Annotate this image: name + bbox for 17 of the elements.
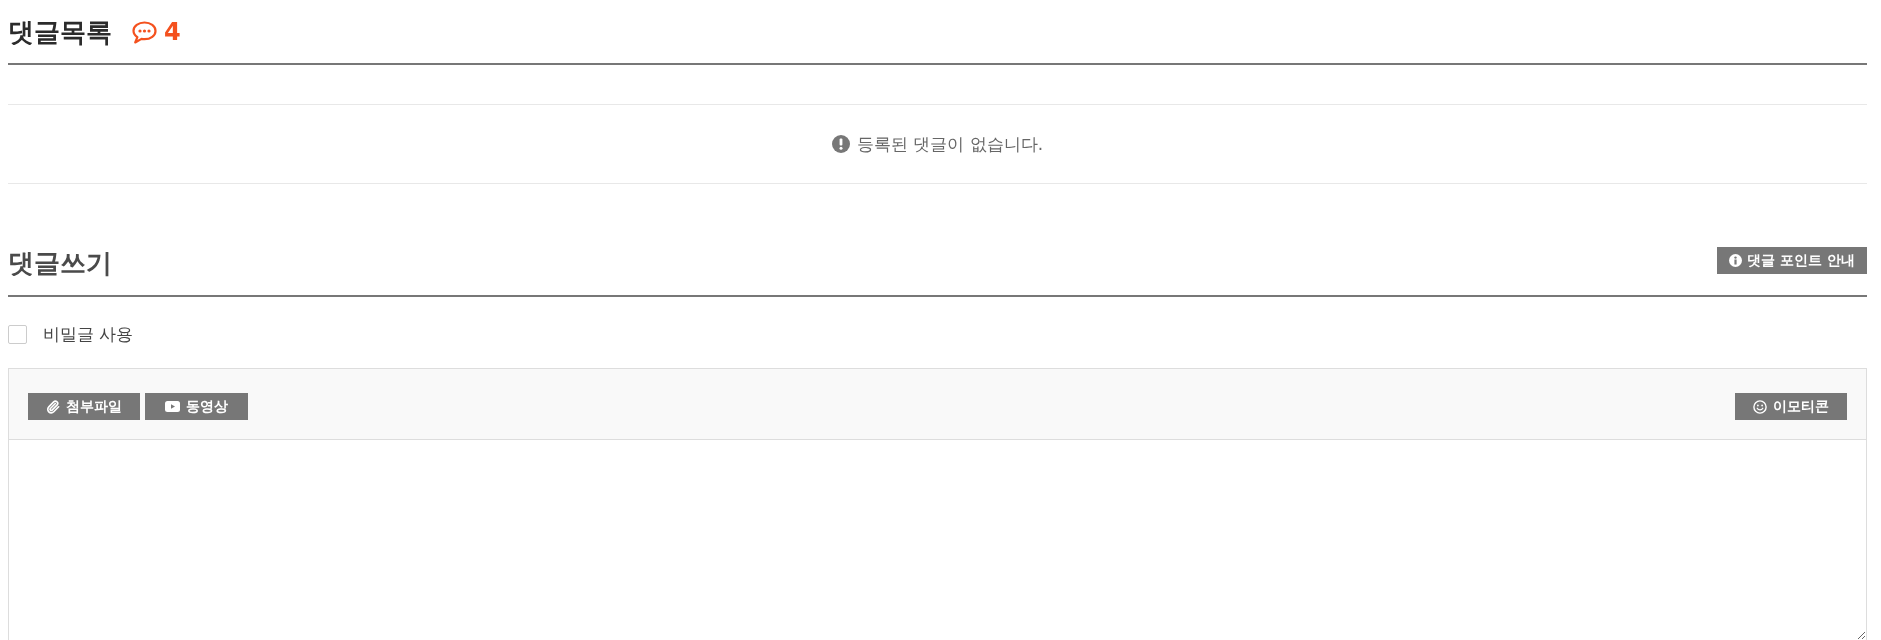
paperclip-icon xyxy=(46,399,60,414)
emoticon-button[interactable]: 이모티콘 xyxy=(1735,393,1847,420)
exclamation-icon xyxy=(831,135,850,153)
checkbox-label: 비밀글 사용 xyxy=(43,322,134,346)
checkbox[interactable] xyxy=(8,324,27,344)
empty-message: 등록된 댓글이 없습니다. xyxy=(856,132,1044,156)
smiley-icon xyxy=(1753,399,1767,414)
info-icon xyxy=(1729,254,1743,267)
comment-count: 4 xyxy=(164,18,181,46)
section-title: 댓글쓰기 xyxy=(8,248,112,278)
comment-textarea[interactable] xyxy=(8,440,1867,640)
attach-file-button[interactable]: 첨부파일 xyxy=(28,393,140,420)
speech-bubble-icon xyxy=(132,20,157,44)
play-icon xyxy=(165,401,180,412)
video-button[interactable]: 동영상 xyxy=(145,393,248,420)
point-guide-button[interactable]: 댓글 포인트 안내 xyxy=(1717,247,1867,274)
section-title: 댓글목록 xyxy=(8,17,112,47)
